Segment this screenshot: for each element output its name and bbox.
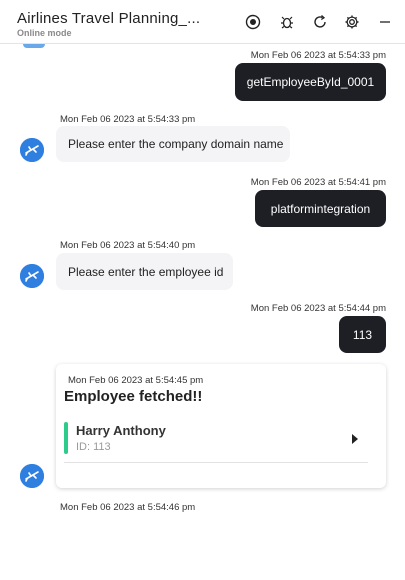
- window-title: Airlines Travel Planning_...: [17, 10, 201, 27]
- bot-message-bubble: Please enter the employee id: [56, 253, 233, 290]
- employee-list-item[interactable]: Harry Anthony ID: 113: [64, 422, 368, 463]
- message-timestamp: Mon Feb 06 2023 at 5:54:40 pm: [60, 240, 196, 251]
- employee-id: ID: 113: [76, 441, 111, 453]
- bot-avatar-icon: [20, 138, 44, 162]
- message-timestamp: Mon Feb 06 2023 at 5:54:46 pm: [60, 502, 196, 513]
- employee-name: Harry Anthony: [76, 423, 166, 438]
- message-timestamp: Mon Feb 06 2023 at 5:54:41 pm: [250, 177, 386, 188]
- bot-avatar-icon: [20, 464, 44, 488]
- user-message-bubble: getEmployeeById_0001: [235, 63, 386, 101]
- user-message-bubble: 113: [339, 316, 386, 353]
- status-bar: [64, 422, 68, 454]
- employee-result-card: Mon Feb 06 2023 at 5:54:45 pm Employee f…: [56, 364, 386, 488]
- bug-icon[interactable]: [278, 13, 296, 31]
- user-message-bubble: platformintegration: [255, 190, 386, 227]
- card-timestamp: Mon Feb 06 2023 at 5:54:45 pm: [68, 375, 204, 386]
- message-timestamp: Mon Feb 06 2023 at 5:54:33 pm: [60, 114, 196, 125]
- previous-message-edge: [23, 44, 45, 48]
- record-icon[interactable]: [244, 13, 262, 31]
- bot-avatar-icon: [20, 264, 44, 288]
- connection-status: Online mode: [17, 28, 72, 38]
- gear-icon[interactable]: [343, 13, 361, 31]
- message-timestamp: Mon Feb 06 2023 at 5:54:44 pm: [250, 303, 386, 314]
- message-timestamp: Mon Feb 06 2023 at 5:54:33 pm: [250, 50, 386, 61]
- card-title: Employee fetched!!: [64, 388, 203, 405]
- refresh-icon[interactable]: [311, 13, 329, 31]
- minimize-icon[interactable]: [376, 13, 394, 31]
- chevron-right-icon[interactable]: [350, 432, 360, 444]
- chat-header: Airlines Travel Planning_... Online mode: [0, 0, 405, 44]
- bot-message-bubble: Please enter the company domain name: [56, 126, 290, 162]
